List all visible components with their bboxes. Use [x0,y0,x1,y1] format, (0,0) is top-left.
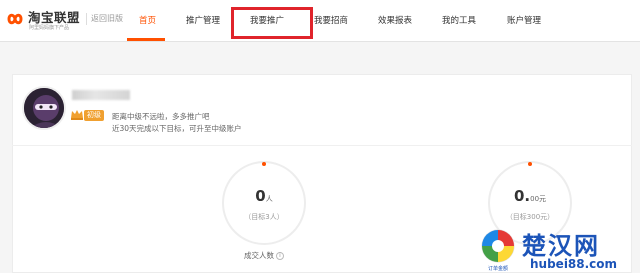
order-amount-target: （目标300元） [505,213,555,221]
user-avatar[interactable] [22,86,66,130]
nav-item-promotion-management[interactable]: 推广管理 [186,14,220,26]
crown-icon [71,110,83,120]
brand-tagline: 阿里妈妈旗下产品 [29,25,70,31]
order-amount-value: 0.00元 [513,187,547,205]
level-badge: 初级 [84,110,104,121]
highlight-annotation-box [231,7,313,39]
buyers-count-label: 成交人数 i [244,250,284,261]
active-tab-indicator [127,38,165,41]
order-amount-progress-marker [528,162,532,166]
info-icon[interactable]: i [276,252,284,260]
buyers-progress-marker [262,162,266,166]
nav-item-my-tools[interactable]: 我的工具 [442,14,476,26]
site-watermark: 楚汉网 hubei88.com 订单金额 [470,222,640,273]
nav-item-account-management[interactable]: 账户管理 [507,14,541,26]
watermark-url: hubei88.com [530,257,618,271]
buyers-target: （目标3人） [244,213,284,221]
level-requirement-tip: 近30天完成以下目标，可升至中级账户 [112,124,242,133]
watermark-title: 楚汉网 [522,232,600,260]
watermark-small-text: 订单金额 [488,266,509,272]
nav-item-performance-reports[interactable]: 效果报表 [378,14,412,26]
username-blurred [72,90,130,100]
back-to-old-version-link[interactable]: 返回旧版 [86,13,123,25]
nav-item-merchant-recruiting[interactable]: 我要招商 [314,14,348,26]
infinity-logo-icon [7,13,23,25]
level-progress-tip: 距离中级不远啦，多多推广吧 [112,112,210,121]
section-divider [12,145,632,146]
taobao-union-logo[interactable]: 淘宝联盟 阿里妈妈旗下产品 [4,7,84,35]
nav-item-home[interactable]: 首页 [139,14,156,26]
colorful-ball-logo-icon [481,229,515,263]
buyers-count: 0人 [255,187,273,205]
top-navigation-bar: 淘宝联盟 阿里妈妈旗下产品 返回旧版 首页 推广管理 我要推广 我要招商 效果报… [0,0,640,42]
